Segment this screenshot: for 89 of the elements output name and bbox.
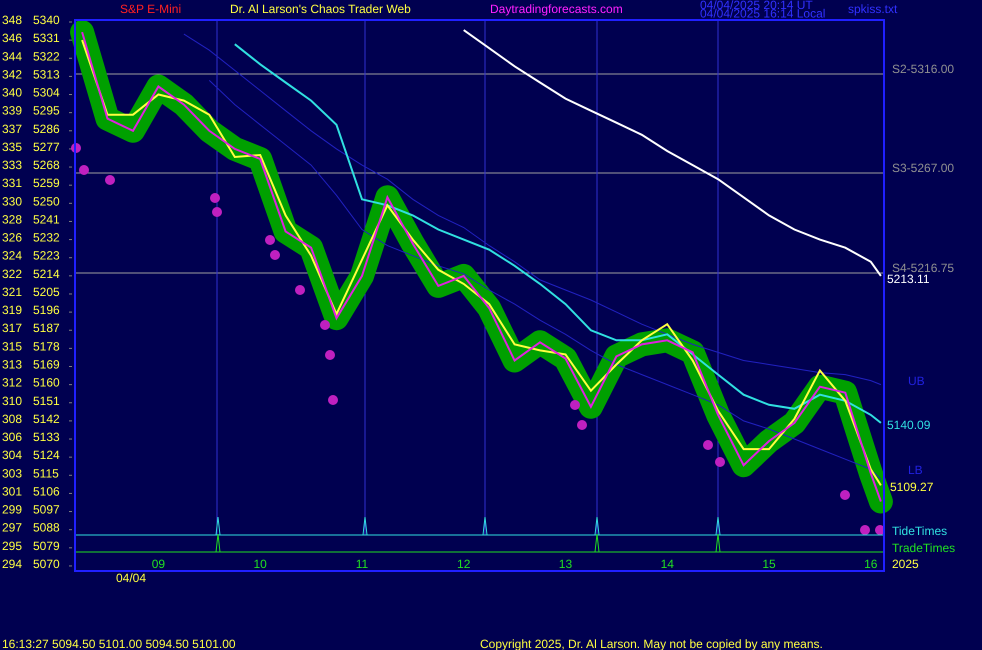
hour-label: 12 [457, 557, 470, 571]
cycle-label: 324 [2, 248, 22, 263]
chart-title: Dr. Al Larson's Chaos Trader Web [230, 2, 411, 16]
price-label: 5232 [33, 230, 60, 245]
cycle-label: 301 [2, 484, 22, 498]
cycle-label: 348 [2, 13, 22, 27]
price-label: 5097 [33, 502, 60, 517]
spike-marker [362, 516, 368, 536]
cycle-label: 319 [2, 303, 22, 318]
band-label: UB [908, 374, 925, 388]
cycle-label: 337 [2, 122, 22, 136]
price-label: 5304 [33, 86, 60, 100]
price-label: 5151 [33, 394, 60, 408]
price-label: 5205 [33, 284, 60, 299]
cycle-label: 331 [2, 176, 22, 190]
line-value-label: 5213.11 [887, 272, 930, 286]
site-name: Daytradingforecasts.com [490, 2, 623, 16]
price-quote: 16:13:27 5094.50 5101.00 5094.50 5101.00 [2, 637, 236, 650]
price-label: 5196 [33, 303, 60, 318]
file-name: spkiss.txt [848, 2, 898, 16]
cycle-label: 340 [2, 86, 22, 100]
cycle-label: 342 [2, 67, 22, 82]
cycle-label: 297 [2, 520, 22, 535]
cycle-label: 308 [2, 412, 22, 426]
band-label: LB [908, 463, 923, 477]
price-label: 5223 [33, 248, 60, 263]
date-label: 04/04 [116, 571, 146, 585]
price-label: 5115 [33, 466, 59, 480]
price-label: 5187 [33, 321, 60, 336]
price-label: 5241 [33, 212, 60, 226]
price-label: 5340 [33, 13, 60, 27]
price-label: 5160 [33, 376, 60, 390]
year-label: 2025 [892, 557, 919, 571]
price-label: 5250 [33, 194, 60, 208]
cycle-label: 335 [2, 140, 22, 154]
price-label: 5124 [33, 448, 60, 462]
cycle-label: 299 [2, 502, 22, 517]
cycle-label: 295 [2, 538, 22, 553]
price-label: 5070 [33, 556, 60, 571]
hour-label: 10 [254, 557, 267, 571]
cycle-label: 321 [2, 284, 22, 299]
cycle-label: 310 [2, 394, 22, 408]
price-label: 5088 [33, 520, 60, 535]
line-value-label: 5109.27 [890, 480, 934, 494]
cycle-label: 330 [2, 194, 22, 208]
line-value-label: 5140.09 [887, 418, 930, 432]
level-label: S2-5316.00 [892, 62, 954, 76]
timing-label: TideTimes [892, 524, 948, 538]
cycle-label: 328 [2, 212, 22, 226]
price-label: 5178 [33, 339, 60, 354]
cycle-label: 313 [2, 358, 22, 372]
cycle-label: 306 [2, 430, 22, 444]
cycle-label: 304 [2, 448, 22, 462]
cycle-label: 294 [2, 556, 22, 571]
cycle-label: 303 [2, 466, 22, 480]
price-label: 5322 [33, 49, 60, 64]
cycle-label: 317 [2, 321, 22, 336]
hour-label: 09 [152, 557, 166, 571]
price-label: 5268 [33, 158, 60, 172]
cycle-label: 315 [2, 339, 22, 354]
cycle-label: 346 [2, 31, 22, 46]
hour-label: 13 [558, 557, 572, 571]
price-label: 5079 [33, 538, 60, 553]
hour-label: 14 [660, 557, 674, 571]
hour-label: 16 [864, 557, 878, 571]
symbol-label: S&P E-Mini [120, 2, 182, 16]
price-label: 5313 [33, 67, 60, 82]
cycle-label: 312 [2, 376, 22, 390]
level-label: S4-5216.75 [892, 261, 954, 275]
level-label: S3-5267.00 [892, 161, 954, 175]
cycle-label: 322 [2, 266, 22, 281]
price-label: 5259 [33, 176, 60, 190]
price-label: 5169 [33, 358, 60, 372]
price-label: 5286 [33, 122, 60, 136]
timing-label: TradeTimes [892, 541, 956, 555]
price-label: 5331 [33, 31, 60, 46]
price-label: 5106 [33, 484, 60, 498]
spike-marker [482, 516, 488, 536]
cycle-label: 333 [2, 158, 22, 172]
cycle-label: 344 [2, 49, 22, 64]
price-label: 5133 [33, 430, 60, 444]
price-label: 5214 [33, 266, 60, 281]
price-label: 5295 [33, 104, 60, 118]
cycle-label: 326 [2, 230, 22, 245]
hour-label: 11 [356, 557, 368, 571]
price-label: 5277 [33, 140, 60, 154]
hour-label: 15 [762, 557, 776, 571]
price-label: 5142 [33, 412, 60, 426]
cycle-label: 339 [2, 104, 22, 118]
